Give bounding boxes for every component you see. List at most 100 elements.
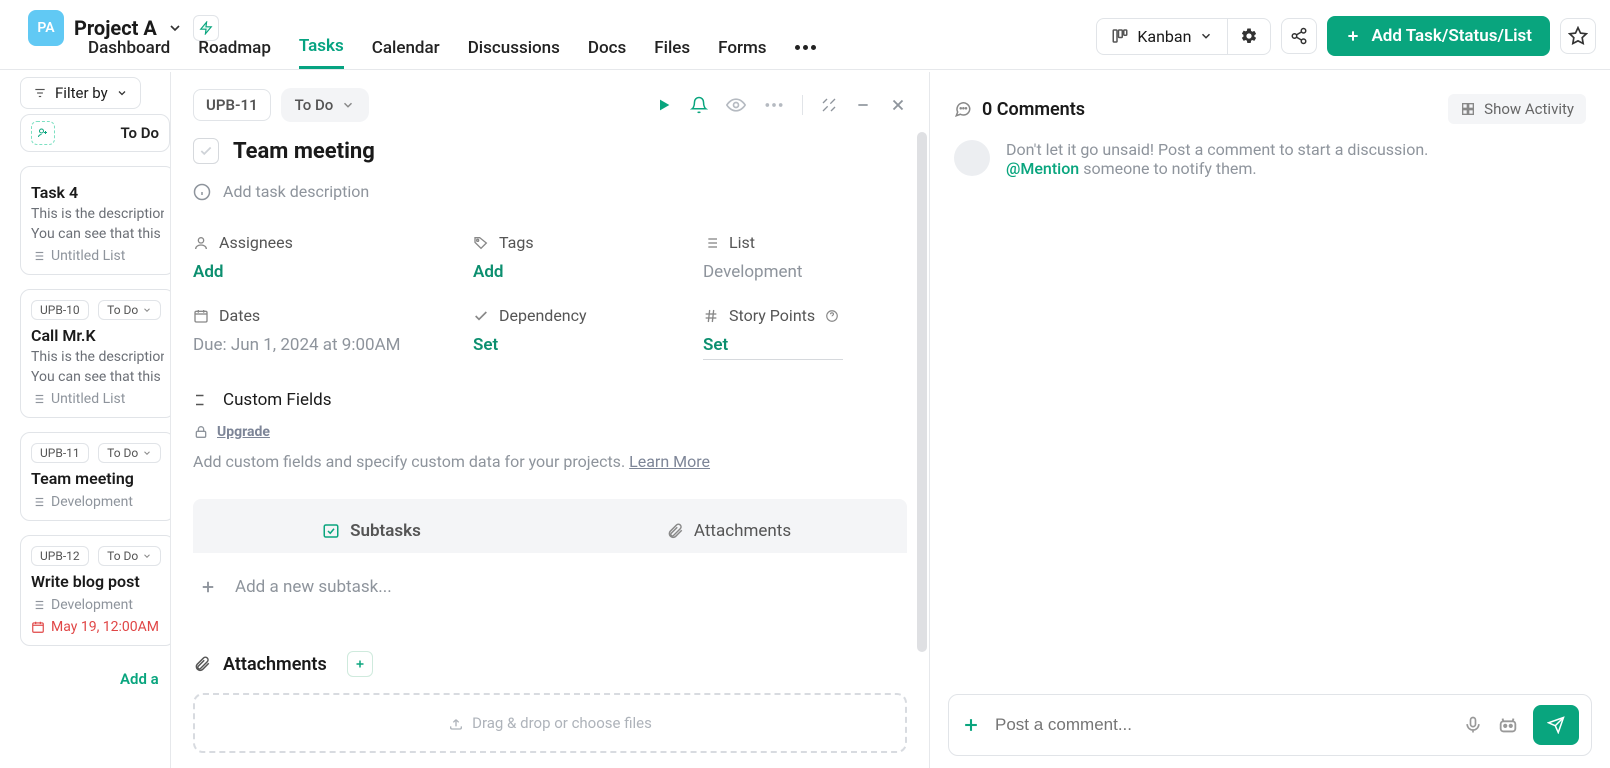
nav-tabs: Dashboard Roadmap Tasks Calendar Discuss… <box>88 36 816 69</box>
mic-icon[interactable] <box>1463 715 1483 735</box>
avatar <box>954 140 990 176</box>
bot-icon[interactable] <box>1497 714 1519 736</box>
view-switcher: Kanban <box>1096 18 1271 55</box>
comments-header: 0 Comments Show Activity <box>930 72 1610 132</box>
field-tags[interactable]: Tags Add <box>473 233 673 282</box>
tab-calendar[interactable]: Calendar <box>372 38 440 68</box>
add-attachment-button[interactable] <box>347 651 373 677</box>
comment-input[interactable] <box>995 715 1449 735</box>
collapse-icon[interactable] <box>821 97 837 113</box>
board-settings-button[interactable] <box>1227 19 1270 54</box>
card-status[interactable]: To Do <box>98 300 161 320</box>
card-list: Untitled List <box>31 248 164 264</box>
comments-count: 0 Comments <box>982 99 1085 120</box>
task-detail-panel: UPB-11 To Do Team me <box>170 72 1610 768</box>
card-id: UPB-10 <box>31 300 89 320</box>
filter-by-button[interactable]: Filter by <box>20 77 141 109</box>
mention-link[interactable]: @Mention <box>1006 159 1079 178</box>
detail-body: Team meeting Add task description Assign… <box>171 132 929 768</box>
field-story-points[interactable]: Story Points Set <box>703 306 903 360</box>
kanban-column: To Do Task 4 This is the description of … <box>20 114 185 688</box>
tab-docs[interactable]: Docs <box>588 38 626 68</box>
card-desc: This is the description of a <box>31 349 164 365</box>
field-assignees[interactable]: Assignees Add <box>193 233 443 282</box>
filter-label: Filter by <box>55 84 108 102</box>
column-header[interactable]: To Do <box>20 114 170 152</box>
detail-main: UPB-11 To Do Team me <box>171 72 930 768</box>
empty-text-line2: someone to notify them. <box>1079 159 1256 178</box>
card-title: Task 4 <box>31 183 164 202</box>
title-row: Team meeting <box>193 138 907 164</box>
show-activity-button[interactable]: Show Activity <box>1448 94 1586 124</box>
tab-files[interactable]: Files <box>654 38 690 68</box>
card-due: May 19, 12:00AM <box>31 619 164 635</box>
card-id: UPB-11 <box>31 443 89 463</box>
close-icon[interactable] <box>889 96 907 114</box>
topbar-right: Kanban Add Task/Status/List <box>1096 16 1596 56</box>
topbar: PA Project A Kanban Add Task/Status/List <box>0 0 1610 70</box>
card-title: Write blog post <box>31 572 164 591</box>
task-status-chip[interactable]: To Do <box>281 88 370 122</box>
field-list[interactable]: List Development <box>703 233 903 282</box>
play-icon[interactable] <box>656 97 672 113</box>
subtab-subtasks[interactable]: Subtasks <box>193 521 550 553</box>
task-card[interactable]: Task 4 This is the description of a You … <box>20 166 175 275</box>
card-list: Untitled List <box>31 391 164 407</box>
tab-roadmap[interactable]: Roadmap <box>198 38 271 68</box>
detail-toolbar: UPB-11 To Do <box>171 72 929 132</box>
tab-discussions[interactable]: Discussions <box>468 38 560 68</box>
tab-forms[interactable]: Forms <box>718 38 766 68</box>
card-desc: This is the description of a <box>31 206 164 222</box>
add-card-link[interactable]: Add a <box>20 660 185 688</box>
share-button[interactable] <box>1281 18 1317 54</box>
field-dependency[interactable]: Dependency Set <box>473 306 673 360</box>
tab-more[interactable] <box>795 45 816 60</box>
learn-more-link[interactable]: Learn More <box>629 452 710 471</box>
sub-tabs: Subtasks Attachments <box>193 499 907 553</box>
fields-grid: Assignees Add Tags Add List Development … <box>193 233 907 360</box>
more-icon[interactable] <box>764 102 784 108</box>
scrollbar-thumb[interactable] <box>917 132 927 652</box>
eye-icon[interactable] <box>726 95 746 115</box>
card-desc: You can see that this <box>31 369 164 385</box>
kanban-view-button[interactable]: Kanban <box>1097 19 1227 54</box>
add-description[interactable]: Add task description <box>193 182 907 201</box>
detail-actions <box>656 95 907 115</box>
field-dates[interactable]: Dates Due: Jun 1, 2024 at 9:00AM <box>193 306 443 360</box>
bell-icon[interactable] <box>690 96 708 114</box>
card-status[interactable]: To Do <box>98 443 161 463</box>
subtab-attachments[interactable]: Attachments <box>550 521 907 553</box>
dropzone[interactable]: Drag & drop or choose files <box>193 693 907 753</box>
tab-tasks[interactable]: Tasks <box>299 36 344 69</box>
card-list: Development <box>31 494 164 510</box>
description-placeholder: Add task description <box>223 182 369 201</box>
task-title[interactable]: Team meeting <box>233 139 375 164</box>
add-subtask[interactable]: Add a new subtask... <box>193 553 907 621</box>
add-task-button[interactable]: Add Task/Status/List <box>1327 16 1550 56</box>
card-status[interactable]: To Do <box>98 546 161 566</box>
add-user-icon[interactable] <box>31 121 55 145</box>
complete-checkbox[interactable] <box>193 138 219 164</box>
card-list: Development <box>31 597 164 613</box>
composer-add-icon[interactable] <box>961 715 981 735</box>
tab-dashboard[interactable]: Dashboard <box>88 38 170 68</box>
task-card[interactable]: UPB-11 To Do Team meeting Development <box>20 432 175 521</box>
task-card[interactable]: UPB-10 To Do Call Mr.K This is the descr… <box>20 289 175 418</box>
send-button[interactable] <box>1533 705 1579 745</box>
minimize-icon[interactable] <box>855 97 871 113</box>
comments-body: Don't let it go unsaid! Post a comment t… <box>930 132 1610 682</box>
chevron-down-icon[interactable] <box>167 20 183 36</box>
favorite-button[interactable] <box>1560 18 1596 54</box>
custom-fields-header: Custom Fields <box>193 390 907 410</box>
project-avatar[interactable]: PA <box>28 10 64 46</box>
comment-composer <box>948 694 1592 756</box>
upgrade-link[interactable]: Upgrade <box>193 424 907 440</box>
custom-fields-text: Add custom fields and specify custom dat… <box>193 452 907 471</box>
card-title: Call Mr.K <box>31 326 164 345</box>
attachments-header: Attachments <box>193 651 907 677</box>
view-label: Kanban <box>1137 27 1191 46</box>
card-desc: You can see that this <box>31 226 164 242</box>
task-id-chip[interactable]: UPB-11 <box>193 89 271 121</box>
column-title: To Do <box>120 124 159 142</box>
task-card[interactable]: UPB-12 To Do Write blog post Development… <box>20 535 175 646</box>
